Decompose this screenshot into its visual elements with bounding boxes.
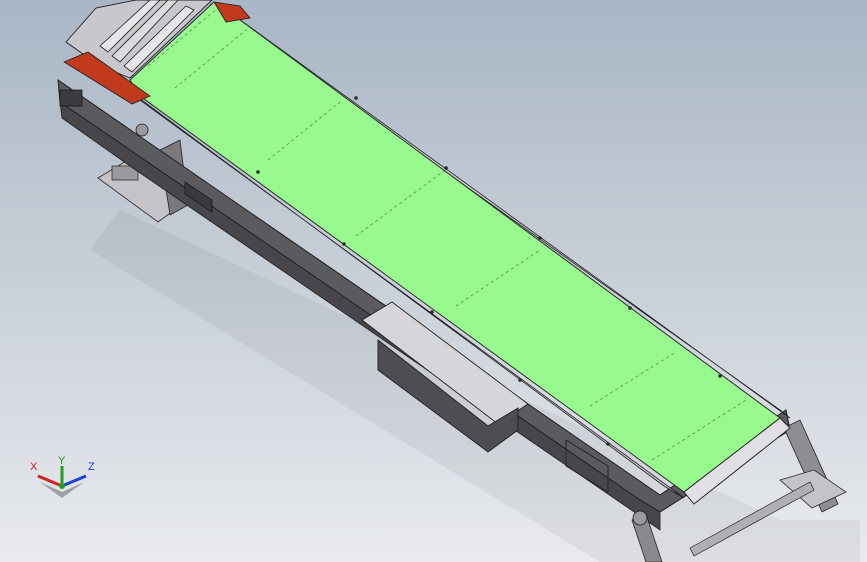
tail-end-bracket — [59, 89, 83, 107]
triad-origin — [59, 483, 65, 489]
conveyor-model[interactable] — [0, 0, 867, 562]
head-pulley-hub — [632, 510, 648, 526]
z-axis-line — [61, 474, 87, 488]
tail-pulley-hub — [135, 123, 149, 137]
x-axis-line — [37, 474, 63, 488]
y-axis-label: Y — [58, 456, 66, 467]
orientation-triad[interactable]: X Y Z — [26, 456, 102, 506]
z-axis-label: Z — [88, 461, 95, 473]
cad-viewport[interactable]: X Y Z — [0, 0, 867, 562]
x-axis-label: X — [30, 461, 38, 473]
